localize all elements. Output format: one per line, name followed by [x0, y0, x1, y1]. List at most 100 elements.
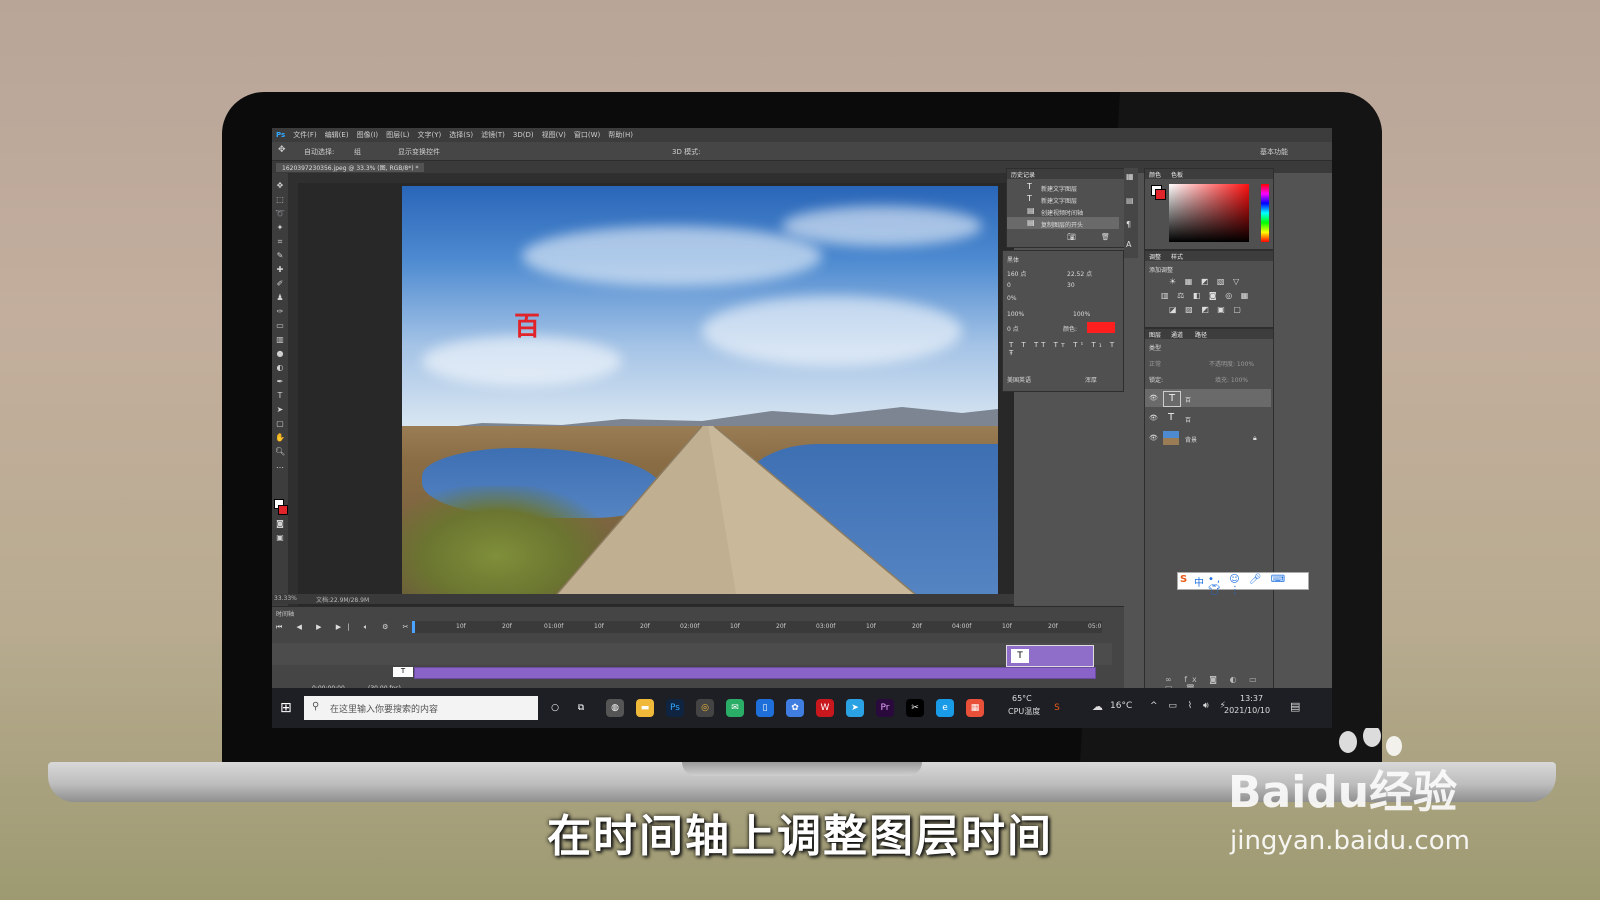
- eraser-icon[interactable]: ▭: [275, 321, 285, 331]
- cortana-icon[interactable]: ○: [546, 699, 564, 717]
- canvas-text-layer[interactable]: 百: [514, 306, 540, 343]
- show-transform-label[interactable]: 显示变换控件: [398, 147, 440, 157]
- dodge-icon[interactable]: ◐: [275, 363, 285, 373]
- menu-edit[interactable]: 编辑(E): [325, 130, 349, 140]
- timeline-track[interactable]: [272, 643, 1112, 665]
- screen-mode-icon[interactable]: ▣: [275, 533, 285, 543]
- menu-file[interactable]: 文件(F): [293, 130, 317, 140]
- move-icon[interactable]: ✥: [275, 181, 285, 191]
- zoom-level[interactable]: 33.33%: [274, 595, 297, 602]
- vertical-scale-field[interactable]: 100%: [1007, 311, 1024, 318]
- system-tray-icons[interactable]: ^ ▭ ⌇ 🔊︎ ⚡: [1150, 701, 1230, 711]
- language-select[interactable]: 美国英语: [1007, 375, 1031, 384]
- crop-icon[interactable]: ⌗: [275, 237, 285, 247]
- layer-kind-filter[interactable]: 类型: [1149, 343, 1161, 352]
- workspace-select[interactable]: 基本功能: [1260, 147, 1288, 157]
- menu-select[interactable]: 选择(S): [449, 130, 473, 140]
- telegram-icon[interactable]: ➤: [846, 699, 864, 717]
- taskbar-search-input[interactable]: ⚲ 在这里输入你要搜索的内容: [304, 696, 538, 720]
- group-select[interactable]: 组: [354, 147, 361, 157]
- healing-icon[interactable]: ✚: [275, 265, 285, 275]
- adjustment-icons-row3[interactable]: ◪ ▨ ◩ ▣ ▢: [1169, 305, 1244, 314]
- app-icon[interactable]: ◍: [606, 699, 624, 717]
- windows-start-icon[interactable]: ⊞: [280, 700, 292, 716]
- menu-view[interactable]: 视图(V): [542, 130, 566, 140]
- timeline-ruler[interactable]: 10f 20f 01:00f 10f 20f 02:00f 10f 20f 03…: [412, 621, 1102, 633]
- menu-help[interactable]: 帮助(H): [608, 130, 633, 140]
- app-icon[interactable]: ▯: [756, 699, 774, 717]
- kerning-field[interactable]: 0: [1007, 282, 1011, 289]
- background-color-swatch[interactable]: [278, 505, 288, 515]
- character-panel-icon[interactable]: A: [1126, 240, 1131, 249]
- blur-icon[interactable]: ●: [275, 349, 285, 359]
- text-color-swatch[interactable]: [1087, 322, 1115, 333]
- menu-window[interactable]: 窗口(W): [574, 130, 600, 140]
- menu-type[interactable]: 文字(Y): [417, 130, 441, 140]
- layer-row[interactable]: 👁︎ 背景 🔒︎: [1145, 429, 1271, 447]
- fill-field[interactable]: 填充: 100%: [1215, 375, 1248, 384]
- move-tool-icon[interactable]: ✥: [278, 145, 286, 155]
- canvas-photo[interactable]: [402, 186, 998, 600]
- tab-color[interactable]: 颜色: [1149, 170, 1161, 179]
- app-icon[interactable]: ✿: [786, 699, 804, 717]
- notification-icon[interactable]: ▤: [1290, 700, 1300, 713]
- new-snapshot-icon[interactable]: 📷︎: [1067, 233, 1076, 241]
- weather-temp[interactable]: 16°C: [1110, 701, 1132, 711]
- layer-row-active[interactable]: 👁︎ T 百: [1145, 389, 1271, 407]
- photoshop-icon[interactable]: Ps: [666, 699, 684, 717]
- ime-tool-icons[interactable]: •, ☺ 🎤︎ ⌨ 👕︎ ⋮: [1208, 574, 1308, 596]
- ime-lang-indicator[interactable]: 中: [1194, 574, 1204, 589]
- shape-icon[interactable]: ▢: [275, 419, 285, 429]
- zoom-icon[interactable]: 🔍︎: [275, 447, 285, 457]
- proportional-spacing-field[interactable]: 0%: [1007, 295, 1017, 302]
- color-picker-field[interactable]: [1169, 184, 1249, 242]
- wechat-icon[interactable]: ✉: [726, 699, 744, 717]
- capcut-icon[interactable]: ✂: [906, 699, 924, 717]
- type-style-buttons[interactable]: T T TT Tт T¹ T₁ T Ŧ: [1009, 341, 1123, 357]
- font-size-field[interactable]: 160 点: [1007, 269, 1026, 278]
- tab-adjustments[interactable]: 调整: [1149, 252, 1161, 261]
- opacity-field[interactable]: 不透明度: 100%: [1209, 359, 1254, 368]
- properties-icon[interactable]: ▤: [1126, 196, 1134, 205]
- magic-wand-icon[interactable]: ✦: [275, 223, 285, 233]
- history-brush-icon[interactable]: ✑: [275, 307, 285, 317]
- pen-icon[interactable]: ✒: [275, 377, 285, 387]
- task-view-icon[interactable]: ⧉: [572, 699, 590, 717]
- paragraph-icon[interactable]: ¶: [1126, 220, 1131, 229]
- sogou-icon[interactable]: S: [1180, 574, 1187, 585]
- bg-color-chip[interactable]: [1155, 189, 1166, 200]
- layer-clip-selected[interactable]: T: [393, 667, 1096, 679]
- baseline-shift-field[interactable]: 0 点: [1007, 324, 1019, 333]
- hand-icon[interactable]: ✋: [275, 433, 285, 443]
- ime-toolbar[interactable]: S 中 •, ☺ 🎤︎ ⌨ 👕︎ ⋮: [1177, 572, 1309, 596]
- menu-layer[interactable]: 图层(L): [386, 130, 409, 140]
- history-item[interactable]: T 新建文字图层: [1007, 181, 1119, 193]
- clock-date[interactable]: 2021/10/10: [1224, 706, 1270, 715]
- browser-icon[interactable]: ◎: [696, 699, 714, 717]
- menu-3d[interactable]: 3D(D): [513, 131, 534, 139]
- gradient-icon[interactable]: ▥: [275, 335, 285, 345]
- type-icon[interactable]: T: [275, 391, 285, 401]
- timeline-title[interactable]: 时间轴: [276, 609, 294, 618]
- auto-select-label[interactable]: 自动选择:: [304, 147, 334, 157]
- marquee-icon[interactable]: ⬚: [275, 195, 285, 205]
- leading-field[interactable]: 22.52 点: [1067, 269, 1092, 278]
- eye-icon[interactable]: 👁︎: [1149, 434, 1158, 442]
- eyedropper-icon[interactable]: ✎: [275, 251, 285, 261]
- brush-icon[interactable]: ✐: [275, 279, 285, 289]
- tracking-field[interactable]: 30: [1067, 282, 1075, 289]
- history-item[interactable]: ▤ 创建视频时间轴: [1007, 205, 1119, 217]
- tab-styles[interactable]: 样式: [1171, 252, 1183, 261]
- sogou-tray-icon[interactable]: S: [1048, 699, 1066, 717]
- tab-layers[interactable]: 图层: [1149, 330, 1161, 339]
- app-icon[interactable]: ▦: [966, 699, 984, 717]
- premiere-icon[interactable]: Pr: [876, 699, 894, 717]
- file-explorer-icon[interactable]: ▬: [636, 699, 654, 717]
- tab-swatches[interactable]: 色板: [1171, 170, 1183, 179]
- blend-mode-select[interactable]: 正常: [1149, 359, 1161, 368]
- document-tab-label[interactable]: 1620397230356.jpeg @ 33.3% (图, RGB/8*) *: [276, 163, 425, 172]
- history-title[interactable]: 历史记录: [1011, 170, 1035, 179]
- layer-row[interactable]: 👁︎ T 百: [1145, 409, 1271, 427]
- layer-clip[interactable]: T: [1006, 645, 1094, 667]
- edge-icon[interactable]: e: [936, 699, 954, 717]
